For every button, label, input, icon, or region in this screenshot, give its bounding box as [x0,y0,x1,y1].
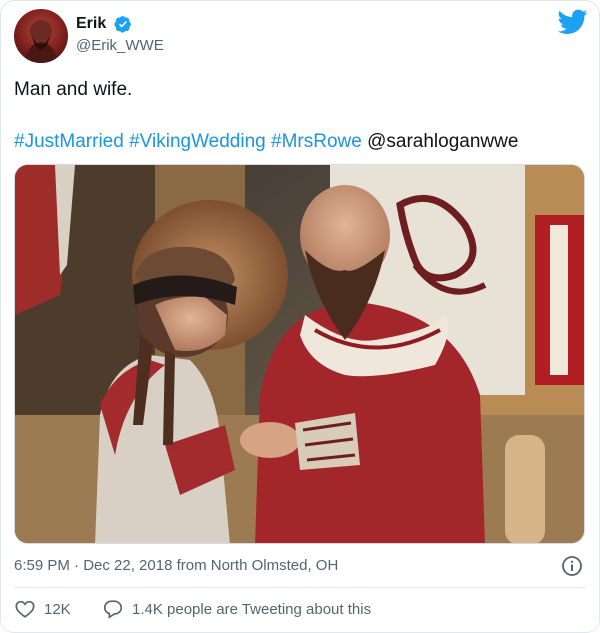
info-icon[interactable] [561,555,583,577]
display-name[interactable]: Erik [76,15,106,33]
twitter-bird-icon[interactable] [557,9,588,35]
hashtag-link[interactable]: #JustMarried [14,131,124,152]
tweet-timestamp[interactable]: 6:59 PM · Dec 22, 2018 from North Olmste… [14,557,338,574]
comment-bubble-icon [103,600,123,619]
mention-link[interactable]: @sarahloganwwe [367,131,518,152]
tweet-text: Man and wife. [14,79,133,100]
divider [14,587,586,588]
like-count: 12K [44,600,71,618]
tweet-hashtags: #JustMarried #VikingWedding #MrsRowe @sa… [14,131,518,153]
tweet-photo[interactable] [14,164,585,544]
like-button[interactable]: 12K [14,598,71,620]
hashtag-link[interactable]: #MrsRowe [271,131,362,152]
verified-badge-icon [114,15,132,33]
user-handle[interactable]: @Erik_WWE [76,37,164,54]
hashtag-link[interactable]: #VikingWedding [129,131,266,152]
user-name-block[interactable]: Erik @Erik_WWE [76,15,164,54]
avatar[interactable] [14,9,68,63]
heart-icon [15,600,35,618]
tweet-card: Erik @Erik_WWE Man and wife. #JustMarrie… [0,0,600,633]
tweet-header: Erik @Erik_WWE [14,9,588,65]
conversation-button[interactable]: 1.4K people are Tweeting about this [102,598,371,620]
tweeting-about-text: 1.4K people are Tweeting about this [132,600,372,618]
